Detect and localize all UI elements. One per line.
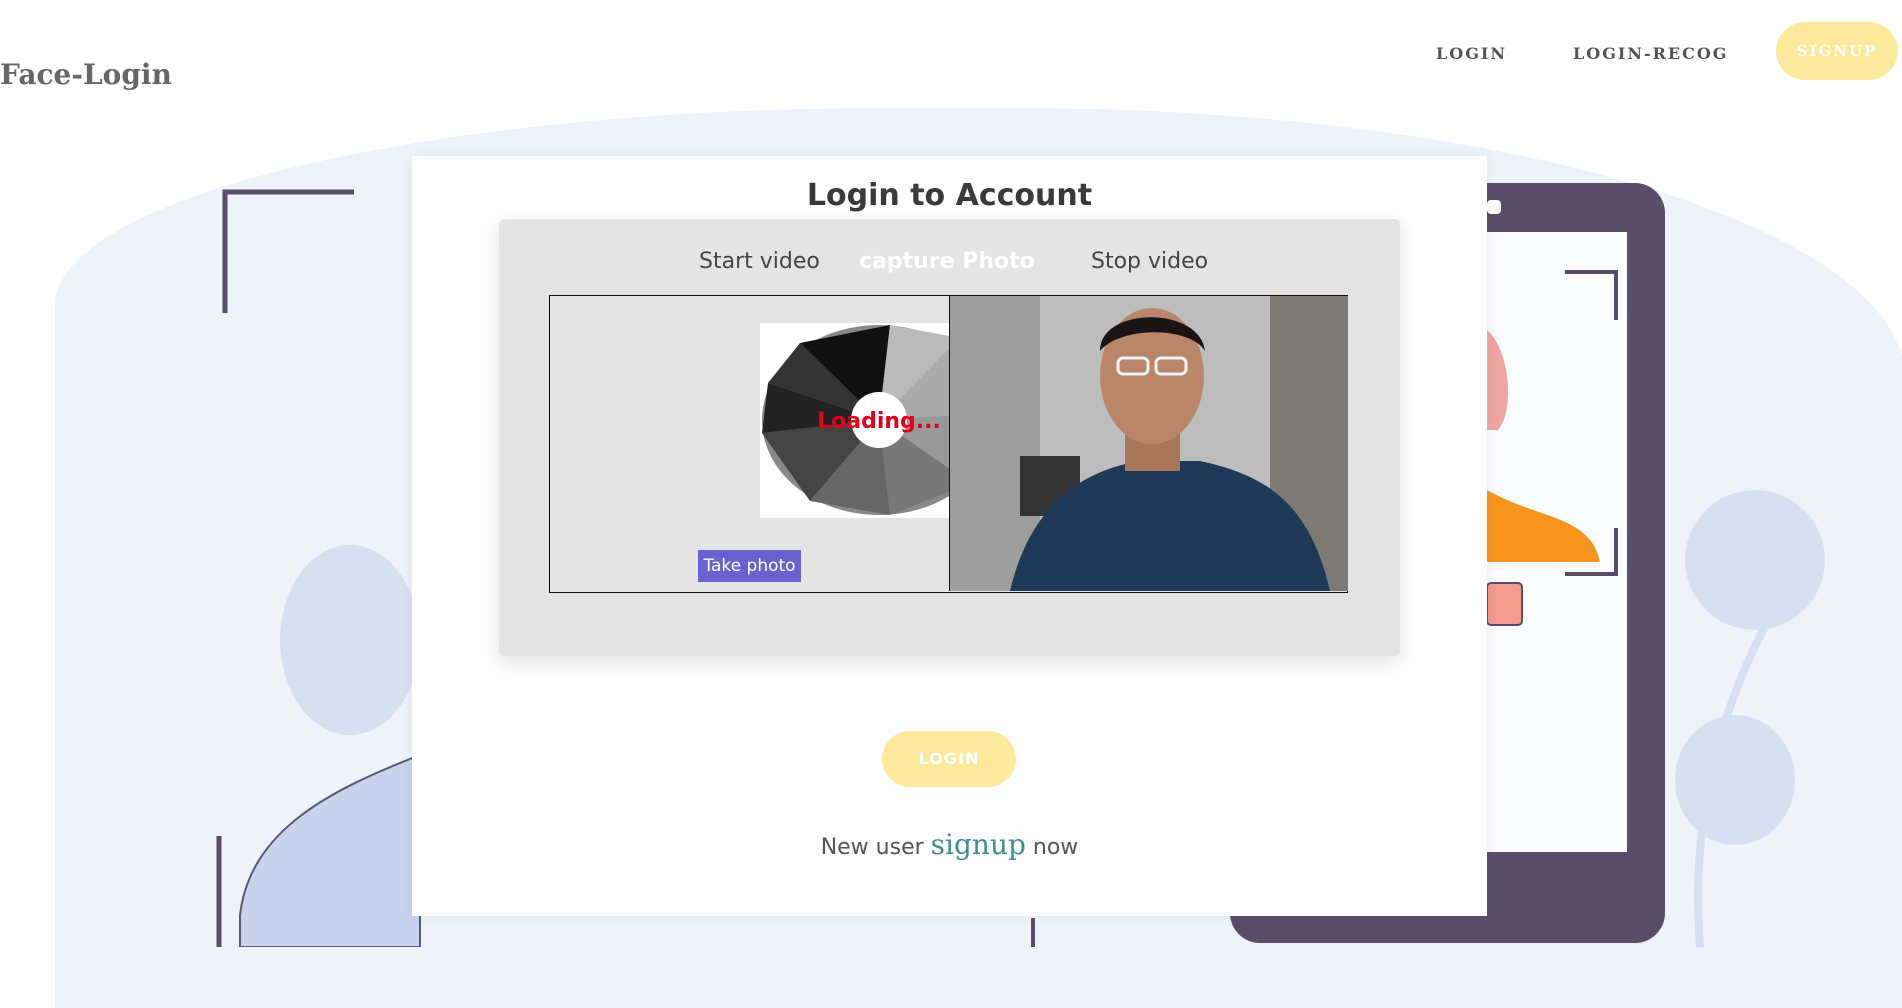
signup-prompt: New user signup now <box>412 828 1487 861</box>
nav-signup-button[interactable]: SIGNUP <box>1776 22 1898 80</box>
leaf-right-top <box>1685 490 1825 630</box>
signup-prompt-prefix: New user <box>820 835 924 860</box>
signup-link[interactable]: signup <box>931 828 1026 861</box>
stop-video-button[interactable]: Stop video <box>1091 249 1208 274</box>
login-card: Login to Account Start video capture Pho… <box>412 156 1487 916</box>
webcam-person-image <box>950 296 1348 591</box>
phone-badge <box>1486 582 1523 626</box>
leaf-left <box>280 545 420 735</box>
start-video-button[interactable]: Start video <box>699 249 820 274</box>
photo-canvas: Loading... Take photo <box>550 296 998 591</box>
take-photo-button[interactable]: Take photo <box>698 550 801 582</box>
card-title: Login to Account <box>806 178 1093 213</box>
leaf-right-bottom <box>1675 715 1795 845</box>
nav-login-link[interactable]: LOGIN <box>1436 44 1507 63</box>
signup-prompt-suffix: now <box>1032 835 1079 860</box>
brand-logo: Face-Login <box>0 58 172 91</box>
login-button[interactable]: LOGIN <box>882 731 1016 787</box>
frame-corner-top-left <box>222 189 354 313</box>
video-feed <box>949 296 1348 591</box>
person-shoulder-left <box>239 753 421 947</box>
capture-photo-button[interactable]: capture Photo <box>859 249 1035 274</box>
nav-login-recog-link[interactable]: LOGIN-RECOG <box>1573 44 1728 63</box>
phone-speaker <box>1487 200 1501 214</box>
camera-area: Loading... Take photo <box>549 295 1348 593</box>
capture-panel: Start video capture Photo Stop video Loa… <box>499 219 1400 656</box>
